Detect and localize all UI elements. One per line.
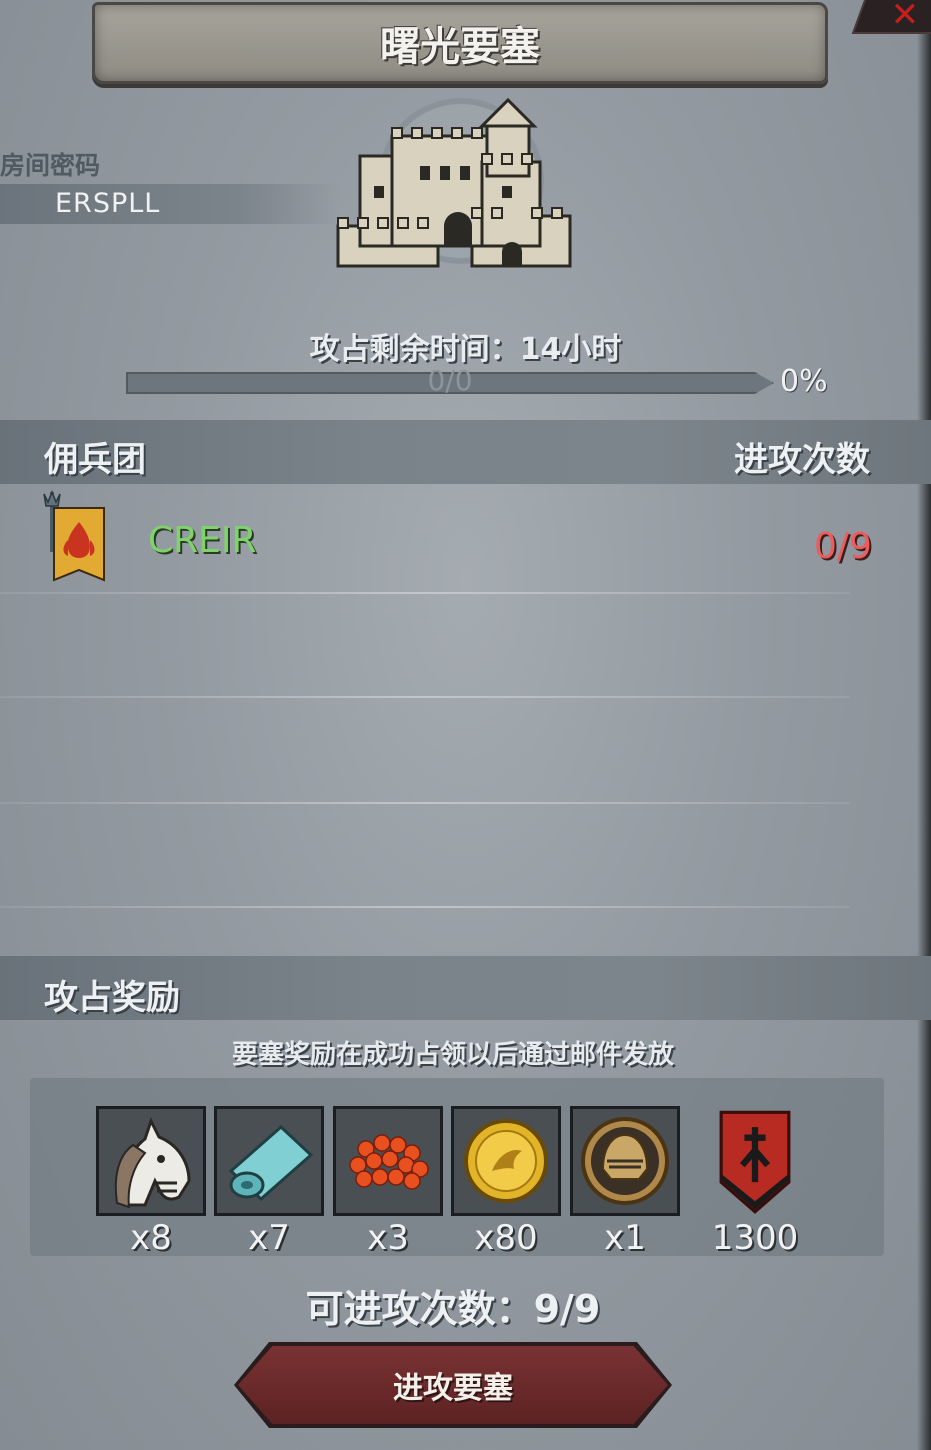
list-divider — [0, 802, 850, 804]
capture-timer: 攻占剩余时间：14小时 — [309, 332, 622, 367]
capture-progress-text: 0/0 — [427, 364, 473, 397]
cloth-roll-icon[interactable] — [214, 1106, 324, 1216]
attack-fortress-label: 进攻要塞 — [393, 1371, 513, 1406]
close-x-icon: ✕ — [890, 0, 920, 35]
mercenary-section-title: 佣兵团 — [44, 440, 146, 480]
room-code-label: 房间密码 — [0, 151, 101, 180]
right-edge-shadow — [917, 0, 931, 1450]
list-divider — [0, 906, 850, 908]
list-divider — [0, 696, 850, 698]
close-button[interactable]: ✕ — [851, 0, 931, 35]
flame-banner-icon — [43, 489, 105, 582]
title-plaque: 曙光要塞 — [92, 2, 828, 84]
reward-qty: 1300 — [711, 1218, 799, 1258]
reward-qty: x1 — [604, 1218, 646, 1258]
reward-qty: x8 — [130, 1218, 172, 1258]
helmet-medal-icon[interactable] — [570, 1106, 680, 1216]
capture-progress-percent: 0% — [780, 364, 828, 399]
room-code-band — [0, 184, 340, 224]
reward-note: 要塞奖励在成功占领以后通过邮件发放 — [231, 1040, 674, 1070]
red-shield-icon[interactable] — [700, 1106, 810, 1216]
list-divider — [0, 592, 850, 594]
mercenary-attack-count: 0/9 — [814, 526, 872, 567]
red-beads-icon[interactable] — [333, 1106, 443, 1216]
page-title: 曙光要塞 — [380, 24, 540, 70]
room-code-value: ERSPLL — [55, 188, 161, 219]
reward-qty: x7 — [248, 1218, 290, 1258]
reward-qty: x80 — [474, 1218, 538, 1258]
mercenary-name[interactable]: CREIR — [148, 520, 257, 561]
remaining-attacks: 可进攻次数：9/9 — [305, 1287, 601, 1331]
reward-section-title: 攻占奖励 — [44, 978, 180, 1018]
attack-fortress-button[interactable]: 进攻要塞 — [238, 1346, 668, 1424]
reward-qty: x3 — [367, 1218, 409, 1258]
attack-count-header: 进攻次数 — [734, 440, 870, 480]
fortress-icon — [336, 97, 572, 268]
gold-coin-icon[interactable] — [451, 1106, 561, 1216]
horse-icon[interactable] — [96, 1106, 206, 1216]
